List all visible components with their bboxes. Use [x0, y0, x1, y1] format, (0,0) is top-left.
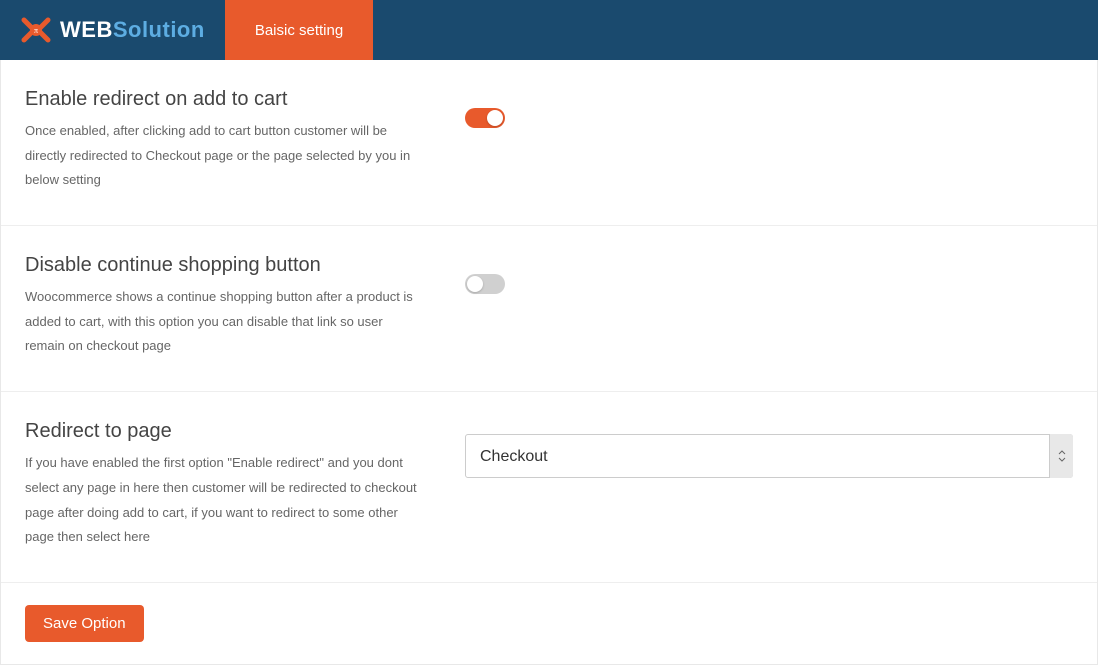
setting-description: Woocommerce shows a continue shopping bu…: [25, 285, 425, 359]
save-button-label: Save Option: [43, 615, 126, 632]
setting-title: Disable continue shopping button: [25, 254, 425, 277]
svg-text:π: π: [34, 26, 38, 35]
toggle-knob: [487, 110, 503, 126]
toggle-knob: [467, 276, 483, 292]
logo: π WEBSolution: [0, 0, 225, 60]
setting-disable-continue-shopping: Disable continue shopping button Woocomm…: [1, 226, 1097, 392]
save-button[interactable]: Save Option: [25, 605, 144, 642]
logo-icon: π: [20, 14, 52, 46]
setting-control: [465, 88, 1073, 193]
toggle-disable-continue-shopping[interactable]: [465, 274, 505, 294]
logo-text: WEBSolution: [60, 17, 205, 43]
setting-description: If you have enabled the first option "En…: [25, 451, 425, 550]
tab-label: Baisic setting: [255, 22, 343, 39]
setting-enable-redirect: Enable redirect on add to cart Once enab…: [1, 60, 1097, 226]
toggle-enable-redirect[interactable]: [465, 108, 505, 128]
setting-info: Disable continue shopping button Woocomm…: [25, 254, 465, 359]
tab-basic-setting[interactable]: Baisic setting: [225, 0, 373, 60]
select-wrapper: Checkout: [465, 434, 1073, 478]
header: π WEBSolution Baisic setting: [0, 0, 1098, 60]
settings-content: Enable redirect on add to cart Once enab…: [0, 60, 1098, 665]
setting-info: Redirect to page If you have enabled the…: [25, 420, 465, 550]
setting-info: Enable redirect on add to cart Once enab…: [25, 88, 465, 193]
setting-description: Once enabled, after clicking add to cart…: [25, 119, 425, 193]
logo-text-solution: Solution: [113, 17, 205, 42]
footer: Save Option: [1, 583, 1097, 664]
setting-title: Redirect to page: [25, 420, 425, 443]
setting-control: Checkout: [465, 420, 1073, 550]
select-redirect-page[interactable]: Checkout: [465, 434, 1073, 478]
logo-text-web: WEB: [60, 17, 113, 42]
setting-redirect-to-page: Redirect to page If you have enabled the…: [1, 392, 1097, 583]
setting-control: [465, 254, 1073, 359]
setting-title: Enable redirect on add to cart: [25, 88, 425, 111]
